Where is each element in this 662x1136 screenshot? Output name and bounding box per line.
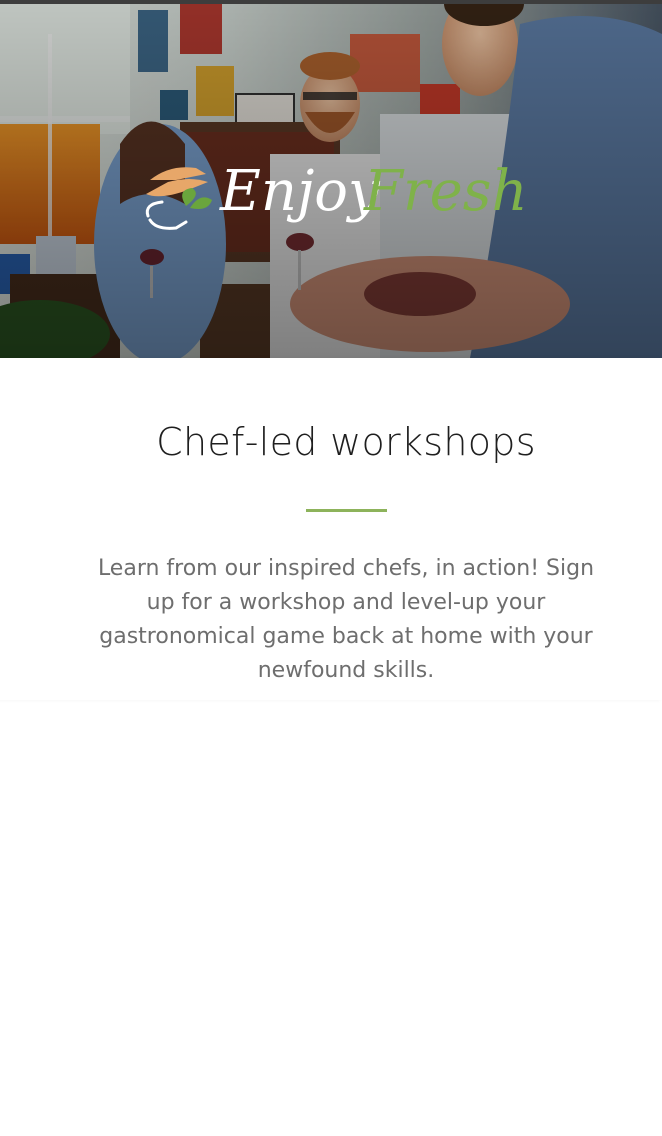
hero-banner: Enjoy Fresh xyxy=(0,4,662,358)
hero-photo: Enjoy Fresh xyxy=(0,4,662,358)
section-description: Learn from our inspired chefs, in action… xyxy=(97,556,595,683)
logo-word-primary: Enjoy xyxy=(219,159,381,224)
title-divider xyxy=(306,509,387,512)
logo-word-accent: Fresh xyxy=(363,159,528,224)
workshop-section: Chef-led workshops Learn from our inspir… xyxy=(0,358,662,700)
section-title: Chef-led workshops xyxy=(156,420,536,464)
